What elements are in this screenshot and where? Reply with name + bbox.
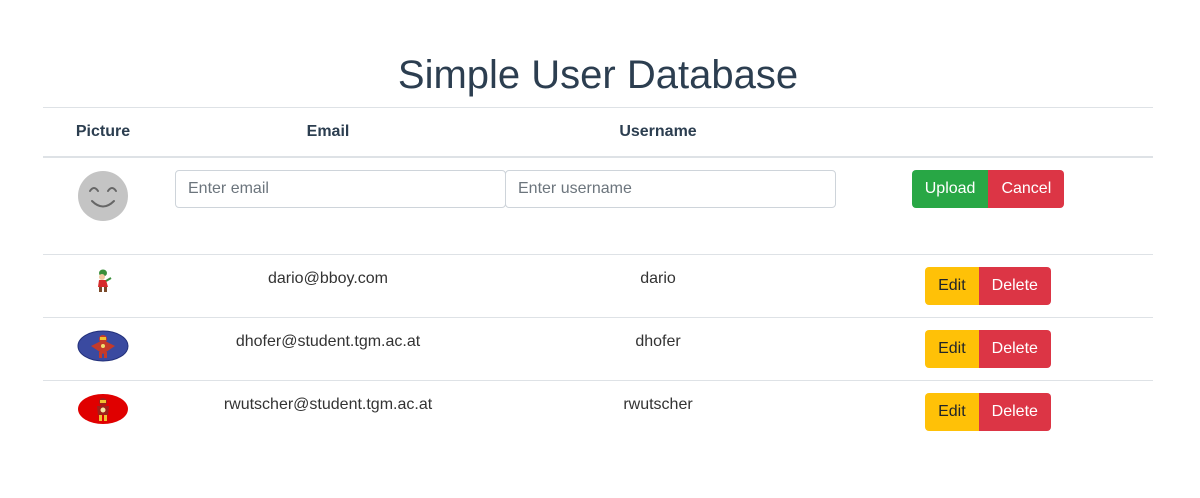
- user-username: dhofer: [635, 333, 681, 350]
- header-email: Email: [163, 107, 493, 158]
- user-email-cell: rwutscher@student.tgm.ac.at: [163, 380, 493, 443]
- ironman-on-red-icon: [78, 394, 128, 424]
- header-picture: Picture: [43, 107, 163, 158]
- header-username: Username: [493, 107, 823, 158]
- row-button-group: Edit Delete: [925, 330, 1051, 368]
- header-actions: [823, 107, 1153, 158]
- edit-button[interactable]: Edit: [925, 393, 979, 431]
- new-user-username-cell: [493, 156, 836, 255]
- user-actions-cell: Edit Delete: [823, 380, 1153, 443]
- username-input[interactable]: [505, 170, 836, 208]
- cartoon-figure-icon: [98, 269, 112, 292]
- page-title: Simple User Database: [397, 53, 799, 97]
- smiley-face-icon[interactable]: [77, 170, 129, 222]
- user-username-cell: dhofer: [493, 317, 823, 381]
- user-username: dario: [640, 270, 676, 287]
- table-row: rwutscher@student.tgm.ac.at rwutscher Ed…: [43, 380, 1153, 443]
- new-user-email-cell: [163, 156, 506, 255]
- table-header-row: Picture Email Username: [43, 107, 1153, 158]
- user-email-cell: dario@bboy.com: [163, 254, 493, 318]
- new-user-picture-cell: [43, 156, 163, 255]
- row-button-group: Edit Delete: [925, 393, 1051, 431]
- table-row: dhofer@student.tgm.ac.at dhofer Edit Del…: [43, 317, 1153, 381]
- user-email: dario@bboy.com: [268, 270, 388, 287]
- user-email: rwutscher@student.tgm.ac.at: [223, 396, 433, 413]
- new-user-button-group: Upload Cancel: [911, 170, 1065, 208]
- user-picture-cell: [43, 317, 163, 381]
- user-actions-cell: Edit Delete: [823, 317, 1153, 381]
- new-user-actions-cell: Upload Cancel: [823, 156, 1153, 255]
- email-input[interactable]: [175, 170, 506, 208]
- user-username-cell: rwutscher: [493, 380, 823, 443]
- cancel-button[interactable]: Cancel: [988, 170, 1065, 208]
- delete-button[interactable]: Delete: [978, 393, 1051, 431]
- edit-button[interactable]: Edit: [925, 267, 979, 305]
- user-actions-cell: Edit Delete: [823, 254, 1153, 318]
- user-picture-cell: [43, 254, 163, 318]
- row-button-group: Edit Delete: [925, 267, 1051, 305]
- table-row: dario@bboy.com dario Edit Delete: [43, 254, 1153, 318]
- user-username-cell: dario: [493, 254, 823, 318]
- new-user-row: Upload Cancel: [43, 156, 1153, 255]
- ironman-on-blue-icon: [77, 330, 129, 362]
- user-email-cell: dhofer@student.tgm.ac.at: [163, 317, 493, 381]
- user-email: dhofer@student.tgm.ac.at: [235, 333, 421, 350]
- delete-button[interactable]: Delete: [978, 267, 1051, 305]
- upload-button[interactable]: Upload: [911, 170, 989, 208]
- user-picture-cell: [43, 380, 163, 443]
- edit-button[interactable]: Edit: [925, 330, 979, 368]
- delete-button[interactable]: Delete: [978, 330, 1051, 368]
- user-username: rwutscher: [623, 396, 693, 413]
- user-table: Picture Email Username Enter email Enter…: [43, 107, 1153, 443]
